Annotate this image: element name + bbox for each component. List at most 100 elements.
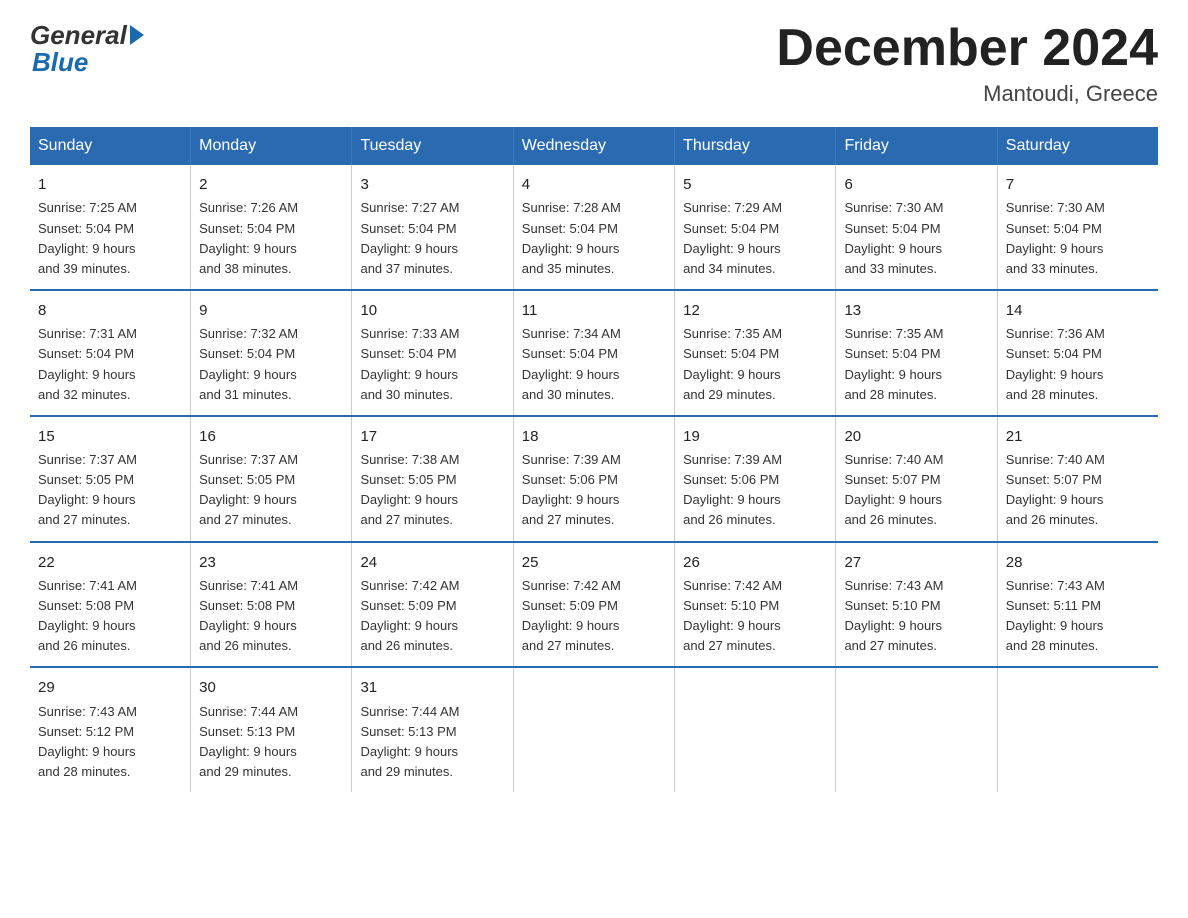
calendar-cell: 31 Sunrise: 7:44 AMSunset: 5:13 PMDayligh… bbox=[352, 667, 513, 792]
day-info: Sunrise: 7:39 AMSunset: 5:06 PMDaylight:… bbox=[522, 450, 666, 531]
week-row-2: 8Sunrise: 7:31 AMSunset: 5:04 PMDaylight… bbox=[30, 290, 1158, 416]
day-info: Sunrise: 7:29 AMSunset: 5:04 PMDaylight:… bbox=[683, 198, 827, 279]
logo-arrow-icon bbox=[130, 25, 144, 45]
day-info: Sunrise: 7:26 AMSunset: 5:04 PMDaylight:… bbox=[199, 198, 343, 279]
day-info: Sunrise: 7:44 AMSunset: 5:13 PMDaylight:… bbox=[360, 702, 504, 783]
calendar-cell bbox=[997, 667, 1158, 792]
calendar-cell: 18Sunrise: 7:39 AMSunset: 5:06 PMDayligh… bbox=[513, 416, 674, 542]
calendar-cell: 12Sunrise: 7:35 AMSunset: 5:04 PMDayligh… bbox=[675, 290, 836, 416]
calendar-cell: 9Sunrise: 7:32 AMSunset: 5:04 PMDaylight… bbox=[191, 290, 352, 416]
day-number: 28 bbox=[1006, 551, 1150, 574]
day-number: 22 bbox=[38, 551, 182, 574]
week-row-1: 1Sunrise: 7:25 AMSunset: 5:04 PMDaylight… bbox=[30, 165, 1158, 290]
header-sunday: Sunday bbox=[30, 127, 191, 165]
day-info: Sunrise: 7:39 AMSunset: 5:06 PMDaylight:… bbox=[683, 450, 827, 531]
calendar-header: SundayMondayTuesdayWednesdayThursdayFrid… bbox=[30, 127, 1158, 165]
month-title: December 2024 bbox=[776, 20, 1158, 77]
header-wednesday: Wednesday bbox=[513, 127, 674, 165]
calendar-cell: 2Sunrise: 7:26 AMSunset: 5:04 PMDaylight… bbox=[191, 165, 352, 290]
header-thursday: Thursday bbox=[675, 127, 836, 165]
header-tuesday: Tuesday bbox=[352, 127, 513, 165]
calendar-cell: 10Sunrise: 7:33 AMSunset: 5:04 PMDayligh… bbox=[352, 290, 513, 416]
header-friday: Friday bbox=[836, 127, 997, 165]
day-number: 21 bbox=[1006, 425, 1150, 448]
logo: General Blue bbox=[30, 20, 144, 78]
calendar-cell bbox=[836, 667, 997, 792]
week-row-3: 15Sunrise: 7:37 AMSunset: 5:05 PMDayligh… bbox=[30, 416, 1158, 542]
day-number: 23 bbox=[199, 551, 343, 574]
page-header: General Blue December 2024 Mantoudi, Gre… bbox=[30, 20, 1158, 107]
logo-blue-text: Blue bbox=[32, 47, 88, 78]
day-info: Sunrise: 7:34 AMSunset: 5:04 PMDaylight:… bbox=[522, 324, 666, 405]
day-number: 29 bbox=[38, 676, 182, 699]
day-number: 12 bbox=[683, 299, 827, 322]
day-info: Sunrise: 7:27 AMSunset: 5:04 PMDaylight:… bbox=[360, 198, 504, 279]
day-number: 7 bbox=[1006, 173, 1150, 196]
calendar-cell: 8Sunrise: 7:31 AMSunset: 5:04 PMDaylight… bbox=[30, 290, 191, 416]
day-number: 9 bbox=[199, 299, 343, 322]
calendar-cell: 5Sunrise: 7:29 AMSunset: 5:04 PMDaylight… bbox=[675, 165, 836, 290]
day-info: Sunrise: 7:31 AMSunset: 5:04 PMDaylight:… bbox=[38, 324, 182, 405]
day-info: Sunrise: 7:44 AMSunset: 5:13 PMDaylight:… bbox=[199, 702, 343, 783]
day-number: 17 bbox=[360, 425, 504, 448]
day-info: Sunrise: 7:43 AMSunset: 5:11 PMDaylight:… bbox=[1006, 576, 1150, 657]
day-info: Sunrise: 7:42 AMSunset: 5:09 PMDaylight:… bbox=[522, 576, 666, 657]
day-number: 5 bbox=[683, 173, 827, 196]
calendar-cell: 20Sunrise: 7:40 AMSunset: 5:07 PMDayligh… bbox=[836, 416, 997, 542]
calendar-cell: 7Sunrise: 7:30 AMSunset: 5:04 PMDaylight… bbox=[997, 165, 1158, 290]
calendar-cell: 24Sunrise: 7:42 AMSunset: 5:09 PMDayligh… bbox=[352, 542, 513, 668]
calendar-cell: 28Sunrise: 7:43 AMSunset: 5:11 PMDayligh… bbox=[997, 542, 1158, 668]
day-number: 13 bbox=[844, 299, 988, 322]
day-number: 3 bbox=[360, 173, 504, 196]
day-number: 18 bbox=[522, 425, 666, 448]
day-info: Sunrise: 7:37 AMSunset: 5:05 PMDaylight:… bbox=[38, 450, 182, 531]
day-info: Sunrise: 7:43 AMSunset: 5:12 PMDaylight:… bbox=[38, 702, 182, 783]
day-number: 19 bbox=[683, 425, 827, 448]
day-number: 1 bbox=[38, 173, 182, 196]
calendar-cell: 16Sunrise: 7:37 AMSunset: 5:05 PMDayligh… bbox=[191, 416, 352, 542]
calendar-cell: 3Sunrise: 7:27 AMSunset: 5:04 PMDaylight… bbox=[352, 165, 513, 290]
day-info: Sunrise: 7:41 AMSunset: 5:08 PMDaylight:… bbox=[38, 576, 182, 657]
calendar-cell: 29 Sunrise: 7:43 AMSunset: 5:12 PMDayligh… bbox=[30, 667, 191, 792]
calendar-cell: 6Sunrise: 7:30 AMSunset: 5:04 PMDaylight… bbox=[836, 165, 997, 290]
calendar-cell: 26Sunrise: 7:42 AMSunset: 5:10 PMDayligh… bbox=[675, 542, 836, 668]
day-info: Sunrise: 7:32 AMSunset: 5:04 PMDaylight:… bbox=[199, 324, 343, 405]
header-saturday: Saturday bbox=[997, 127, 1158, 165]
day-info: Sunrise: 7:33 AMSunset: 5:04 PMDaylight:… bbox=[360, 324, 504, 405]
calendar-cell: 15Sunrise: 7:37 AMSunset: 5:05 PMDayligh… bbox=[30, 416, 191, 542]
day-number: 27 bbox=[844, 551, 988, 574]
day-number: 26 bbox=[683, 551, 827, 574]
day-number: 31 bbox=[360, 676, 504, 699]
day-number: 20 bbox=[844, 425, 988, 448]
week-row-4: 22Sunrise: 7:41 AMSunset: 5:08 PMDayligh… bbox=[30, 542, 1158, 668]
day-number: 24 bbox=[360, 551, 504, 574]
day-number: 15 bbox=[38, 425, 182, 448]
day-number: 6 bbox=[844, 173, 988, 196]
calendar-cell: 25Sunrise: 7:42 AMSunset: 5:09 PMDayligh… bbox=[513, 542, 674, 668]
calendar-cell: 23Sunrise: 7:41 AMSunset: 5:08 PMDayligh… bbox=[191, 542, 352, 668]
day-number: 11 bbox=[522, 299, 666, 322]
header-row: SundayMondayTuesdayWednesdayThursdayFrid… bbox=[30, 127, 1158, 165]
calendar-cell: 19Sunrise: 7:39 AMSunset: 5:06 PMDayligh… bbox=[675, 416, 836, 542]
day-number: 4 bbox=[522, 173, 666, 196]
calendar-cell: 30 Sunrise: 7:44 AMSunset: 5:13 PMDayligh… bbox=[191, 667, 352, 792]
calendar-cell: 4Sunrise: 7:28 AMSunset: 5:04 PMDaylight… bbox=[513, 165, 674, 290]
calendar-cell bbox=[513, 667, 674, 792]
day-number: 2 bbox=[199, 173, 343, 196]
calendar-cell: 22Sunrise: 7:41 AMSunset: 5:08 PMDayligh… bbox=[30, 542, 191, 668]
day-number: 14 bbox=[1006, 299, 1150, 322]
calendar-cell: 14Sunrise: 7:36 AMSunset: 5:04 PMDayligh… bbox=[997, 290, 1158, 416]
day-info: Sunrise: 7:30 AMSunset: 5:04 PMDaylight:… bbox=[844, 198, 988, 279]
header-monday: Monday bbox=[191, 127, 352, 165]
day-number: 25 bbox=[522, 551, 666, 574]
calendar-cell: 11Sunrise: 7:34 AMSunset: 5:04 PMDayligh… bbox=[513, 290, 674, 416]
day-number: 30 bbox=[199, 676, 343, 699]
calendar-table: SundayMondayTuesdayWednesdayThursdayFrid… bbox=[30, 127, 1158, 792]
day-info: Sunrise: 7:38 AMSunset: 5:05 PMDaylight:… bbox=[360, 450, 504, 531]
week-row-5: 29 Sunrise: 7:43 AMSunset: 5:12 PMDayligh… bbox=[30, 667, 1158, 792]
title-block: December 2024 Mantoudi, Greece bbox=[776, 20, 1158, 107]
day-number: 10 bbox=[360, 299, 504, 322]
day-info: Sunrise: 7:25 AMSunset: 5:04 PMDaylight:… bbox=[38, 198, 182, 279]
location: Mantoudi, Greece bbox=[776, 81, 1158, 107]
calendar-cell: 27Sunrise: 7:43 AMSunset: 5:10 PMDayligh… bbox=[836, 542, 997, 668]
